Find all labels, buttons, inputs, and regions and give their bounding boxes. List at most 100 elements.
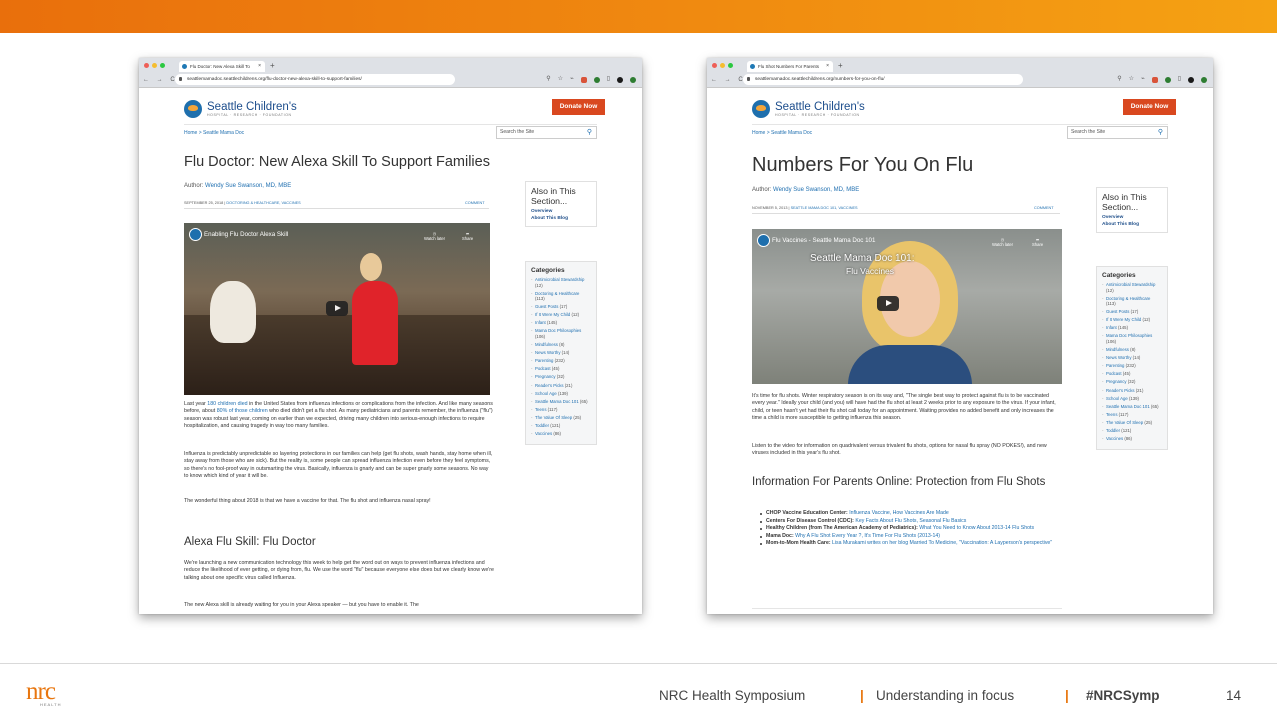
- category-item[interactable]: Toddler (121): [1102, 428, 1162, 434]
- resource-links[interactable]: What You Need to Know About 2013-14 Flu …: [918, 525, 1034, 531]
- zoom-icon[interactable]: ⚲: [1117, 74, 1121, 85]
- browser-tab[interactable]: Flu Doctor: New Alexa Skill To ×: [179, 61, 265, 72]
- category-name[interactable]: Seattle Mama Doc 101: [535, 399, 579, 404]
- author-link[interactable]: Wendy Sue Swanson, MD, MBE: [205, 183, 291, 189]
- category-item[interactable]: Pregnancy (32): [531, 374, 591, 380]
- play-icon[interactable]: [877, 296, 899, 311]
- category-name[interactable]: Mindfulness: [1106, 347, 1129, 352]
- category-item[interactable]: Vaccines (86): [1102, 436, 1162, 442]
- category-name[interactable]: Doctoring & Healthcare: [535, 291, 579, 296]
- about-blog-link[interactable]: About This Blog: [1097, 221, 1167, 232]
- category-item[interactable]: Antimicrobial Stewardship (12): [1102, 282, 1162, 293]
- category-name[interactable]: Teens: [1106, 412, 1117, 417]
- author-link[interactable]: Wendy Sue Swanson, MD, MBE: [773, 187, 859, 193]
- category-name[interactable]: Antimicrobial Stewardship: [1106, 282, 1155, 287]
- watch-later-button[interactable]: ◷ Watch later: [992, 237, 1013, 247]
- minimize-dot[interactable]: [152, 63, 157, 68]
- overview-link[interactable]: Overview: [526, 208, 596, 215]
- overview-link[interactable]: Overview: [1097, 214, 1167, 221]
- tab-close-icon[interactable]: ×: [258, 61, 261, 72]
- category-name[interactable]: Reader's Picks: [1106, 388, 1135, 393]
- category-name[interactable]: Vaccines: [535, 431, 552, 436]
- category-item[interactable]: Toddler (121): [531, 423, 591, 429]
- category-name[interactable]: Guest Posts: [535, 304, 558, 309]
- category-name[interactable]: School Age: [535, 391, 557, 396]
- category-item[interactable]: The Value Of Sleep (25): [531, 415, 591, 421]
- minimize-dot[interactable]: [720, 63, 725, 68]
- maximize-dot[interactable]: [160, 63, 165, 68]
- category-item[interactable]: Doctoring & Healthcare (113): [1102, 296, 1162, 307]
- video-player[interactable]: Enabling Flu Doctor Alexa Skill ◷ Watch l…: [184, 223, 490, 395]
- category-item[interactable]: Mindfulness (8): [1102, 347, 1162, 353]
- window-controls[interactable]: [144, 63, 165, 68]
- address-bar[interactable]: seattlemamadoc.seattlechildrens.org/numb…: [743, 74, 1023, 85]
- extension-icon-3[interactable]: [1164, 76, 1171, 83]
- search-input[interactable]: Search the Site ⚲: [496, 126, 597, 139]
- profile-icon[interactable]: [630, 76, 636, 83]
- category-name[interactable]: Mama Doc Philosophies: [1106, 333, 1152, 338]
- extension-icon[interactable]: ⌁: [1141, 74, 1145, 85]
- category-item[interactable]: Teens (117): [531, 407, 591, 413]
- maximize-dot[interactable]: [728, 63, 733, 68]
- brand-logo[interactable]: Seattle Children's HOSPITAL · RESEARCH ·…: [752, 98, 865, 120]
- category-item[interactable]: Vaccines (86): [531, 431, 591, 437]
- search-icon[interactable]: ⚲: [1158, 127, 1163, 138]
- category-item[interactable]: Antimicrobial Stewardship (12): [531, 277, 591, 288]
- play-icon[interactable]: [326, 301, 348, 316]
- category-item[interactable]: Guest Posts (17): [531, 304, 591, 310]
- category-name[interactable]: School Age: [1106, 396, 1128, 401]
- extension-icon-3[interactable]: [593, 76, 600, 83]
- category-name[interactable]: Infant: [1106, 325, 1117, 330]
- category-item[interactable]: Infant (145): [1102, 325, 1162, 331]
- about-blog-link[interactable]: About This Blog: [526, 215, 596, 226]
- category-item[interactable]: Parenting (232): [1102, 363, 1162, 369]
- category-item[interactable]: Reader's Picks (21): [1102, 388, 1162, 394]
- category-item[interactable]: The Value Of Sleep (25): [1102, 420, 1162, 426]
- category-name[interactable]: If It Were My Child: [535, 312, 570, 317]
- extension-icon-2[interactable]: [580, 76, 587, 83]
- p1-link-2[interactable]: 80% of those children: [217, 408, 268, 414]
- brand-logo[interactable]: Seattle Children's HOSPITAL · RESEARCH ·…: [184, 98, 297, 120]
- category-item[interactable]: Teens (117): [1102, 412, 1162, 418]
- resource-links[interactable]: Influenza Vaccine, How Vaccines Are Made: [848, 510, 949, 516]
- new-tab-icon[interactable]: +: [270, 61, 275, 71]
- close-dot[interactable]: [144, 63, 149, 68]
- category-name[interactable]: Guest Posts: [1106, 309, 1129, 314]
- category-item[interactable]: Seattle Mama Doc 101 (65): [531, 399, 591, 405]
- browser-tab[interactable]: Flu Shot Numbers For Parents ×: [747, 61, 833, 72]
- category-item[interactable]: Podcast (45): [531, 366, 591, 372]
- share-button[interactable]: ➦ Share: [1032, 237, 1043, 247]
- category-item[interactable]: School Age (139): [531, 391, 591, 397]
- category-item[interactable]: If It Were My Child (12): [531, 312, 591, 318]
- tab-close-icon[interactable]: ×: [826, 61, 829, 72]
- category-item[interactable]: Seattle Mama Doc 101 (65): [1102, 404, 1162, 410]
- nav-buttons[interactable]: ← → C: [711, 74, 746, 86]
- category-item[interactable]: Podcast (45): [1102, 371, 1162, 377]
- donate-button[interactable]: Donate Now: [1123, 99, 1176, 115]
- category-item[interactable]: Mama Doc Philosophies (106): [531, 328, 591, 339]
- extension-icon-4[interactable]: [617, 76, 623, 83]
- search-icon[interactable]: ⚲: [587, 127, 592, 138]
- profile-icon[interactable]: [1201, 76, 1207, 83]
- category-name[interactable]: If It Were My Child: [1106, 317, 1141, 322]
- category-name[interactable]: News Worthy: [1106, 355, 1131, 360]
- resource-links[interactable]: Why A Flu Shot Every Year ?, It's Time F…: [794, 533, 940, 539]
- category-item[interactable]: Infant (145): [531, 320, 591, 326]
- category-name[interactable]: Podcast: [1106, 371, 1122, 376]
- category-name[interactable]: Doctoring & Healthcare: [1106, 296, 1150, 301]
- new-tab-icon[interactable]: +: [838, 61, 843, 71]
- category-name[interactable]: Teens: [535, 407, 546, 412]
- comment-link[interactable]: COMMENT: [465, 201, 485, 205]
- category-name[interactable]: Podcast: [535, 366, 551, 371]
- star-icon[interactable]: ☆: [1129, 74, 1134, 85]
- page-icon[interactable]: ▯: [1178, 74, 1181, 85]
- category-name[interactable]: The Value Of Sleep: [535, 415, 572, 420]
- video-player[interactable]: Flu Vaccines - Seattle Mama Doc 101 Seat…: [752, 229, 1062, 384]
- category-name[interactable]: Reader's Picks: [535, 383, 564, 388]
- close-dot[interactable]: [712, 63, 717, 68]
- breadcrumb[interactable]: Home > Seattle Mama Doc: [184, 130, 244, 136]
- window-controls[interactable]: [712, 63, 733, 68]
- category-item[interactable]: Mama Doc Philosophies (106): [1102, 333, 1162, 344]
- extension-icon-4[interactable]: [1188, 76, 1194, 83]
- page-icon[interactable]: ▯: [607, 74, 610, 85]
